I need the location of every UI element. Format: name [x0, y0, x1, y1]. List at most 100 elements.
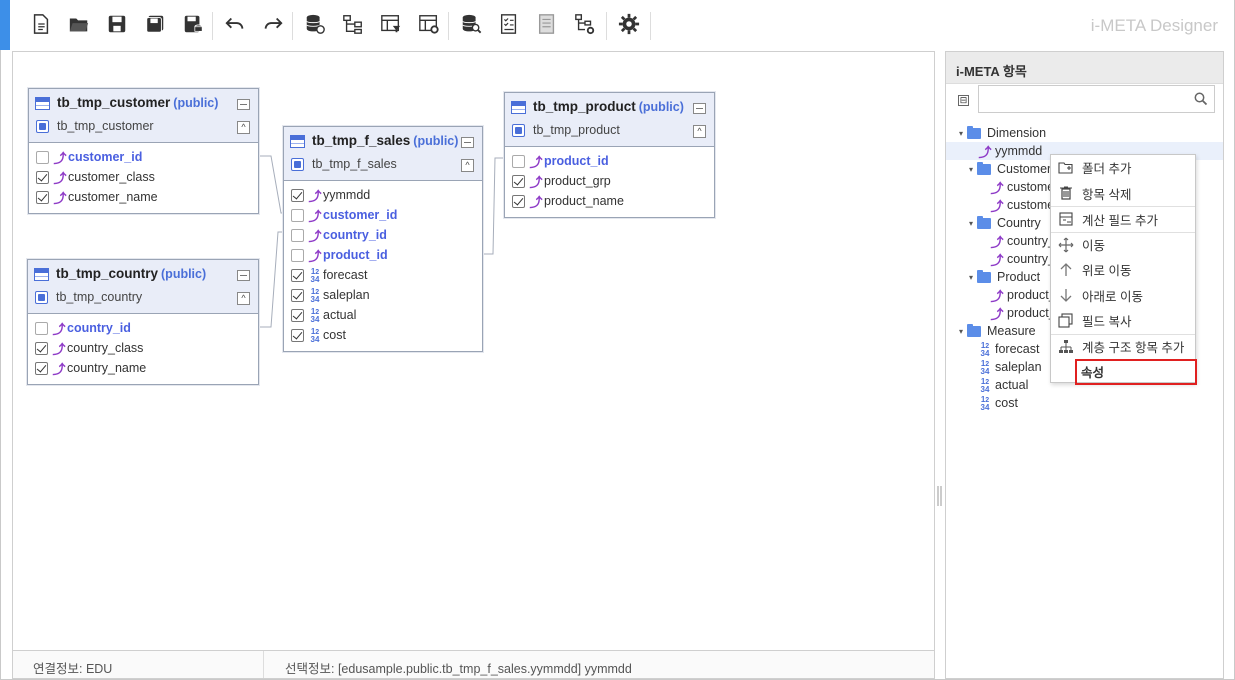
redo-button[interactable]: [260, 12, 286, 38]
menu-item[interactable]: 폴더 추가: [1051, 155, 1195, 181]
menu-item-label: 폴더 추가: [1082, 162, 1132, 177]
menu-item[interactable]: 아래로 이동: [1051, 283, 1195, 309]
column-row[interactable]: ⤴ customer_class: [29, 167, 258, 187]
collapse-icon[interactable]: ^: [461, 159, 474, 172]
save-db-button[interactable]: [180, 12, 206, 38]
column-checkbox[interactable]: [512, 194, 525, 208]
table-node[interactable]: tb_tmp_product (public) tb_tmp_product ^ ⤴ pr…: [504, 92, 715, 218]
collapse-all-icon[interactable]: ⊟: [958, 95, 969, 106]
column-checkbox[interactable]: [36, 150, 49, 164]
menu-item[interactable]: 위로 이동: [1051, 257, 1195, 283]
search-icon[interactable]: [1194, 92, 1208, 109]
collapse-icon[interactable]: ^: [237, 121, 250, 134]
column-checkbox[interactable]: [291, 268, 304, 282]
menu-item[interactable]: 속성: [1075, 359, 1197, 385]
column-checkbox[interactable]: [512, 154, 525, 168]
column-checkbox[interactable]: [291, 288, 304, 302]
column-checkbox[interactable]: [512, 174, 525, 188]
column-row[interactable]: ⤴ product_id: [505, 151, 714, 171]
table-node[interactable]: tb_tmp_customer (public) tb_tmp_customer ^ ⤴…: [28, 88, 259, 214]
open-folder-button[interactable]: [66, 12, 92, 38]
column-row[interactable]: ⤴ country_class: [28, 338, 258, 358]
menu-item[interactable]: 필드 복사: [1051, 308, 1195, 334]
table-icon: [511, 101, 526, 114]
column-row[interactable]: ⤴ customer_id: [29, 147, 258, 167]
expand-caret-icon[interactable]: ▾: [966, 165, 976, 174]
column-checkbox[interactable]: [35, 361, 48, 375]
table-menu-icon[interactable]: [237, 270, 250, 281]
new-document-button[interactable]: [28, 12, 54, 38]
menu-item[interactable]: 이동: [1051, 231, 1195, 258]
table-schema: (public): [413, 134, 459, 148]
column-checkbox[interactable]: [291, 308, 304, 322]
db-link-button[interactable]: [302, 12, 328, 38]
column-checkbox[interactable]: [291, 188, 304, 202]
expand-caret-icon[interactable]: ▾: [966, 219, 976, 228]
numeric-icon: 12 34: [980, 358, 990, 376]
select-all-checkbox[interactable]: [291, 158, 304, 171]
column-row[interactable]: ⤴ product_grp: [505, 171, 714, 191]
table-menu-icon[interactable]: [693, 103, 706, 114]
column-checkbox[interactable]: [35, 321, 48, 335]
column-checkbox[interactable]: [291, 328, 304, 342]
column-row[interactable]: ⤴ product_id: [284, 245, 482, 265]
column-row[interactable]: ⤴ country_name: [28, 358, 258, 378]
db-search-button[interactable]: [458, 12, 484, 38]
tree-item[interactable]: ▾ Dimension: [946, 124, 1223, 142]
expand-caret-icon[interactable]: ▾: [956, 129, 966, 138]
diagram-canvas[interactable]: tb_tmp_customer (public) tb_tmp_customer ^ ⤴…: [12, 51, 935, 651]
hierarchy-button[interactable]: [340, 12, 366, 38]
dimension-icon: ⤴: [53, 170, 67, 186]
save-button[interactable]: [104, 12, 130, 38]
menu-item[interactable]: 계층 구조 항목 추가: [1051, 333, 1195, 360]
toolbar-separator: [606, 12, 607, 40]
expand-caret-icon[interactable]: ▾: [966, 273, 976, 282]
add-folder-icon: [1053, 160, 1079, 176]
column-row[interactable]: ⤴ country_id: [28, 318, 258, 338]
select-all-checkbox[interactable]: [512, 124, 525, 137]
document-button[interactable]: [534, 12, 560, 38]
column-checkbox[interactable]: [36, 190, 49, 204]
menu-item[interactable]: 항목 삭제: [1051, 181, 1195, 207]
tree-item-label: yymmdd: [995, 144, 1043, 158]
table-filter-button[interactable]: [378, 12, 404, 38]
tree-settings-button[interactable]: [572, 12, 598, 38]
tree-item[interactable]: 12 34 cost: [946, 394, 1223, 412]
search-input[interactable]: [979, 86, 1184, 112]
select-all-checkbox[interactable]: [36, 120, 49, 133]
column-row[interactable]: ⤴ customer_name: [29, 187, 258, 207]
table-menu-icon[interactable]: [237, 99, 250, 110]
collapse-icon[interactable]: ^: [693, 125, 706, 138]
table-settings-button[interactable]: [416, 12, 442, 38]
column-checkbox[interactable]: [291, 248, 304, 262]
column-row[interactable]: 12 34 actual: [284, 305, 482, 325]
table-icon: [34, 268, 49, 281]
column-row[interactable]: 12 34 cost: [284, 325, 482, 345]
table-node[interactable]: tb_tmp_country (public) tb_tmp_country ^ ⤴ co…: [27, 259, 259, 385]
save-as-button[interactable]: [142, 12, 168, 38]
checklist-button[interactable]: [496, 12, 522, 38]
column-checkbox[interactable]: [36, 170, 49, 184]
column-row[interactable]: ⤴ customer_id: [284, 205, 482, 225]
column-row[interactable]: 12 34 forecast: [284, 265, 482, 285]
column-checkbox[interactable]: [35, 341, 48, 355]
column-checkbox[interactable]: [291, 228, 304, 242]
table-name: tb_tmp_customer (public): [57, 95, 218, 110]
column-row[interactable]: ⤴ country_id: [284, 225, 482, 245]
column-checkbox[interactable]: [291, 208, 304, 222]
gear-button[interactable]: [616, 12, 642, 38]
column-row[interactable]: ⤴ product_name: [505, 191, 714, 211]
column-name: yymmdd: [323, 188, 371, 202]
expand-caret-icon[interactable]: ▾: [956, 327, 966, 336]
undo-button[interactable]: [222, 12, 248, 38]
select-all-checkbox[interactable]: [35, 291, 48, 304]
menu-item[interactable]: 계산 필드 추가: [1051, 206, 1195, 232]
column-name: cost: [323, 328, 346, 342]
column-row[interactable]: ⤴ yymmdd: [284, 185, 482, 205]
table-alias: tb_tmp_customer: [57, 119, 154, 133]
collapse-icon[interactable]: ^: [237, 292, 250, 305]
panel-splitter[interactable]: [937, 486, 942, 506]
table-menu-icon[interactable]: [461, 137, 474, 148]
table-node[interactable]: tb_tmp_f_sales (public) tb_tmp_f_sales ^ ⤴ yy…: [283, 126, 483, 352]
column-row[interactable]: 12 34 saleplan: [284, 285, 482, 305]
